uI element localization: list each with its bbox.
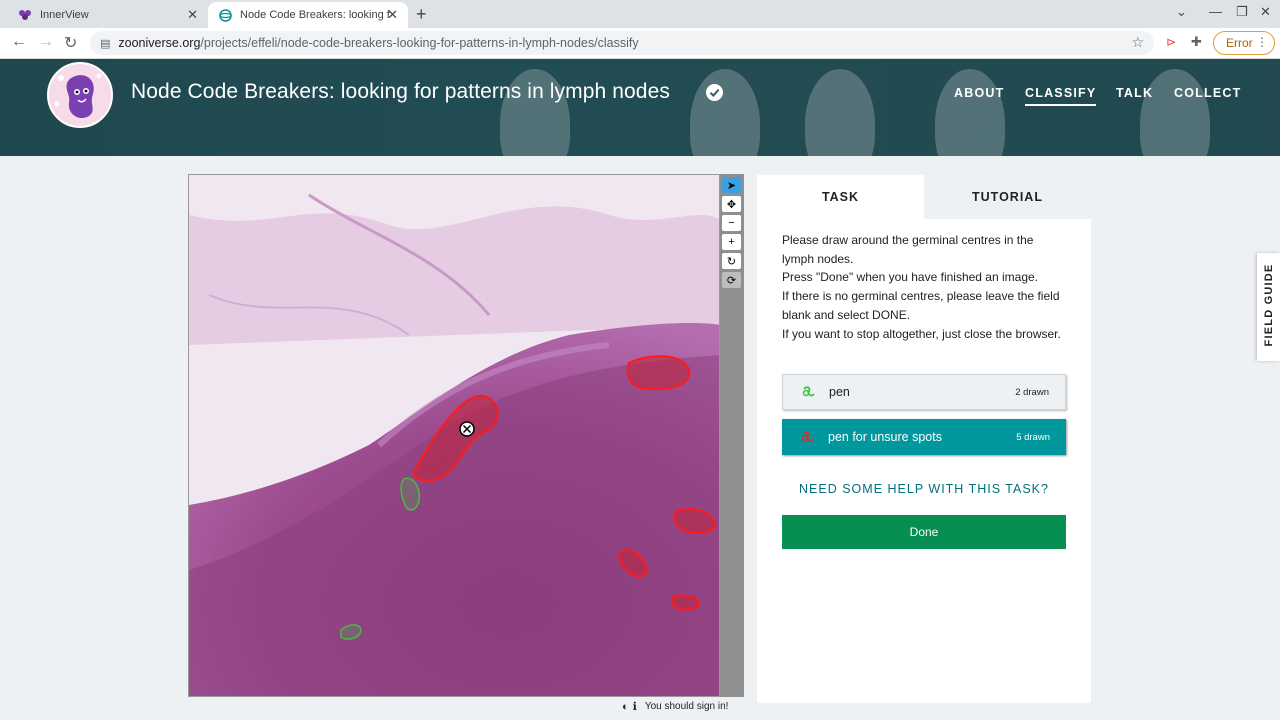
tab-task[interactable]: TASK — [757, 175, 924, 219]
sign-in-text[interactable]: You should sign in! — [645, 701, 729, 712]
reset-icon[interactable]: ⟳ — [722, 272, 741, 288]
url-host: zooniverse.org — [118, 36, 201, 50]
innerview-favicon-icon — [18, 8, 32, 22]
pen-tool-button[interactable]: pen 2 drawn — [782, 374, 1066, 410]
bookmark-star-icon[interactable]: ☆ — [1131, 34, 1144, 51]
field-guide-tab[interactable]: FIELD GUIDE — [1257, 253, 1280, 361]
zoom-out-icon[interactable]: − — [722, 215, 741, 231]
browser-tab-innerview[interactable]: InnerView ✕ — [8, 2, 208, 28]
tab-title: Node Code Breakers: looking for — [240, 9, 390, 21]
delete-mark-icon[interactable] — [459, 421, 475, 437]
error-label: Error — [1226, 36, 1253, 50]
sign-in-notice: ◐ ℹ You should sign in! — [622, 700, 729, 714]
profile-error-button[interactable]: Error ⋮ — [1213, 31, 1275, 55]
freehand-green-icon — [802, 386, 815, 397]
tab-search-chevron-icon[interactable]: ⌄ — [1176, 4, 1187, 20]
done-button[interactable]: Done — [782, 515, 1066, 549]
nav-about[interactable]: ABOUT — [954, 86, 1004, 100]
nav-talk[interactable]: TALK — [1116, 86, 1153, 100]
new-tab-icon[interactable]: + — [416, 4, 427, 25]
minimize-icon[interactable]: — — [1209, 4, 1222, 19]
browser-tab-bar: InnerView ✕ Node Code Breakers: looking … — [0, 0, 1280, 28]
project-avatar-logo[interactable] — [47, 62, 113, 128]
unsure-spot-annotation[interactable] — [626, 355, 691, 391]
task-instructions: Please draw around the germinal centres … — [782, 231, 1067, 343]
extension-icon[interactable]: ⊳ — [1166, 35, 1176, 49]
close-tab-icon[interactable]: ✕ — [187, 7, 198, 23]
zoom-in-icon[interactable]: + — [722, 234, 741, 250]
need-help-link[interactable]: NEED SOME HELP WITH THIS TASK? — [782, 482, 1066, 496]
browser-tab-zooniverse[interactable]: Node Code Breakers: looking for ✕ — [208, 2, 408, 28]
instruction-line: If you want to stop altogether, just clo… — [782, 326, 1061, 341]
tool-label: pen for unsure spots — [828, 430, 942, 444]
instruction-line: Press "Done" when you have finished an i… — [782, 270, 1039, 285]
lymph-node-tissue-image[interactable] — [189, 175, 720, 697]
tab-title: InnerView — [40, 9, 89, 21]
tab-tutorial[interactable]: TUTORIAL — [924, 175, 1091, 219]
window-close-icon[interactable]: ✕ — [1260, 4, 1271, 20]
reload-icon[interactable]: ↻ — [64, 33, 77, 53]
extensions-puzzle-icon[interactable]: ✚ — [1191, 34, 1202, 50]
project-title[interactable]: Node Code Breakers: looking for patterns… — [131, 80, 670, 104]
freehand-red-icon — [801, 431, 814, 442]
forward-icon[interactable]: → — [38, 33, 54, 51]
image-toolbar: ➤ ✥ − + ↻ ⟳ — [720, 174, 744, 697]
move-icon[interactable]: ✥ — [722, 196, 741, 212]
task-panel: TASK TUTORIAL Please draw around the ger… — [757, 175, 1091, 703]
url-path: /projects/effeli/node-code-breakers-look… — [200, 36, 639, 50]
nav-classify[interactable]: CLASSIFY — [1025, 86, 1097, 106]
unsure-spot-annotation[interactable] — [672, 594, 701, 611]
restore-icon[interactable]: ❐ — [1236, 4, 1248, 20]
nav-collect[interactable]: COLLECT — [1174, 86, 1241, 100]
zooniverse-favicon-icon — [218, 8, 232, 22]
address-toolbar: ← → ↻ ▤ zooniverse.org/projects/effeli/n… — [0, 28, 1280, 59]
field-guide-label: FIELD GUIDE — [1263, 263, 1275, 347]
subject-image-canvas[interactable] — [188, 174, 720, 697]
pen-unsure-tool-button[interactable]: pen for unsure spots 5 drawn — [782, 419, 1066, 455]
verified-badge-icon — [706, 84, 723, 101]
contrast-icon[interactable]: ◐ — [622, 701, 629, 713]
drawn-count: 2 drawn — [1015, 386, 1049, 398]
drawn-count: 5 drawn — [1016, 431, 1050, 443]
tool-label: pen — [829, 385, 850, 399]
back-icon[interactable]: ← — [11, 33, 27, 51]
url-bar[interactable]: ▤ zooniverse.org/projects/effeli/node-co… — [90, 31, 1154, 55]
instruction-line: If there is no germinal centres, please … — [782, 289, 1060, 322]
info-icon[interactable]: ℹ — [633, 700, 637, 713]
browser-menu-icon[interactable]: ⋮ — [1256, 35, 1268, 49]
instruction-line: Please draw around the germinal centres … — [782, 233, 1034, 266]
pointer-icon[interactable]: ➤ — [722, 177, 741, 193]
rotate-icon[interactable]: ↻ — [722, 253, 741, 269]
close-tab-icon[interactable]: ✕ — [387, 7, 398, 23]
site-info-icon[interactable]: ▤ — [100, 37, 110, 50]
project-header-banner — [0, 59, 1280, 156]
